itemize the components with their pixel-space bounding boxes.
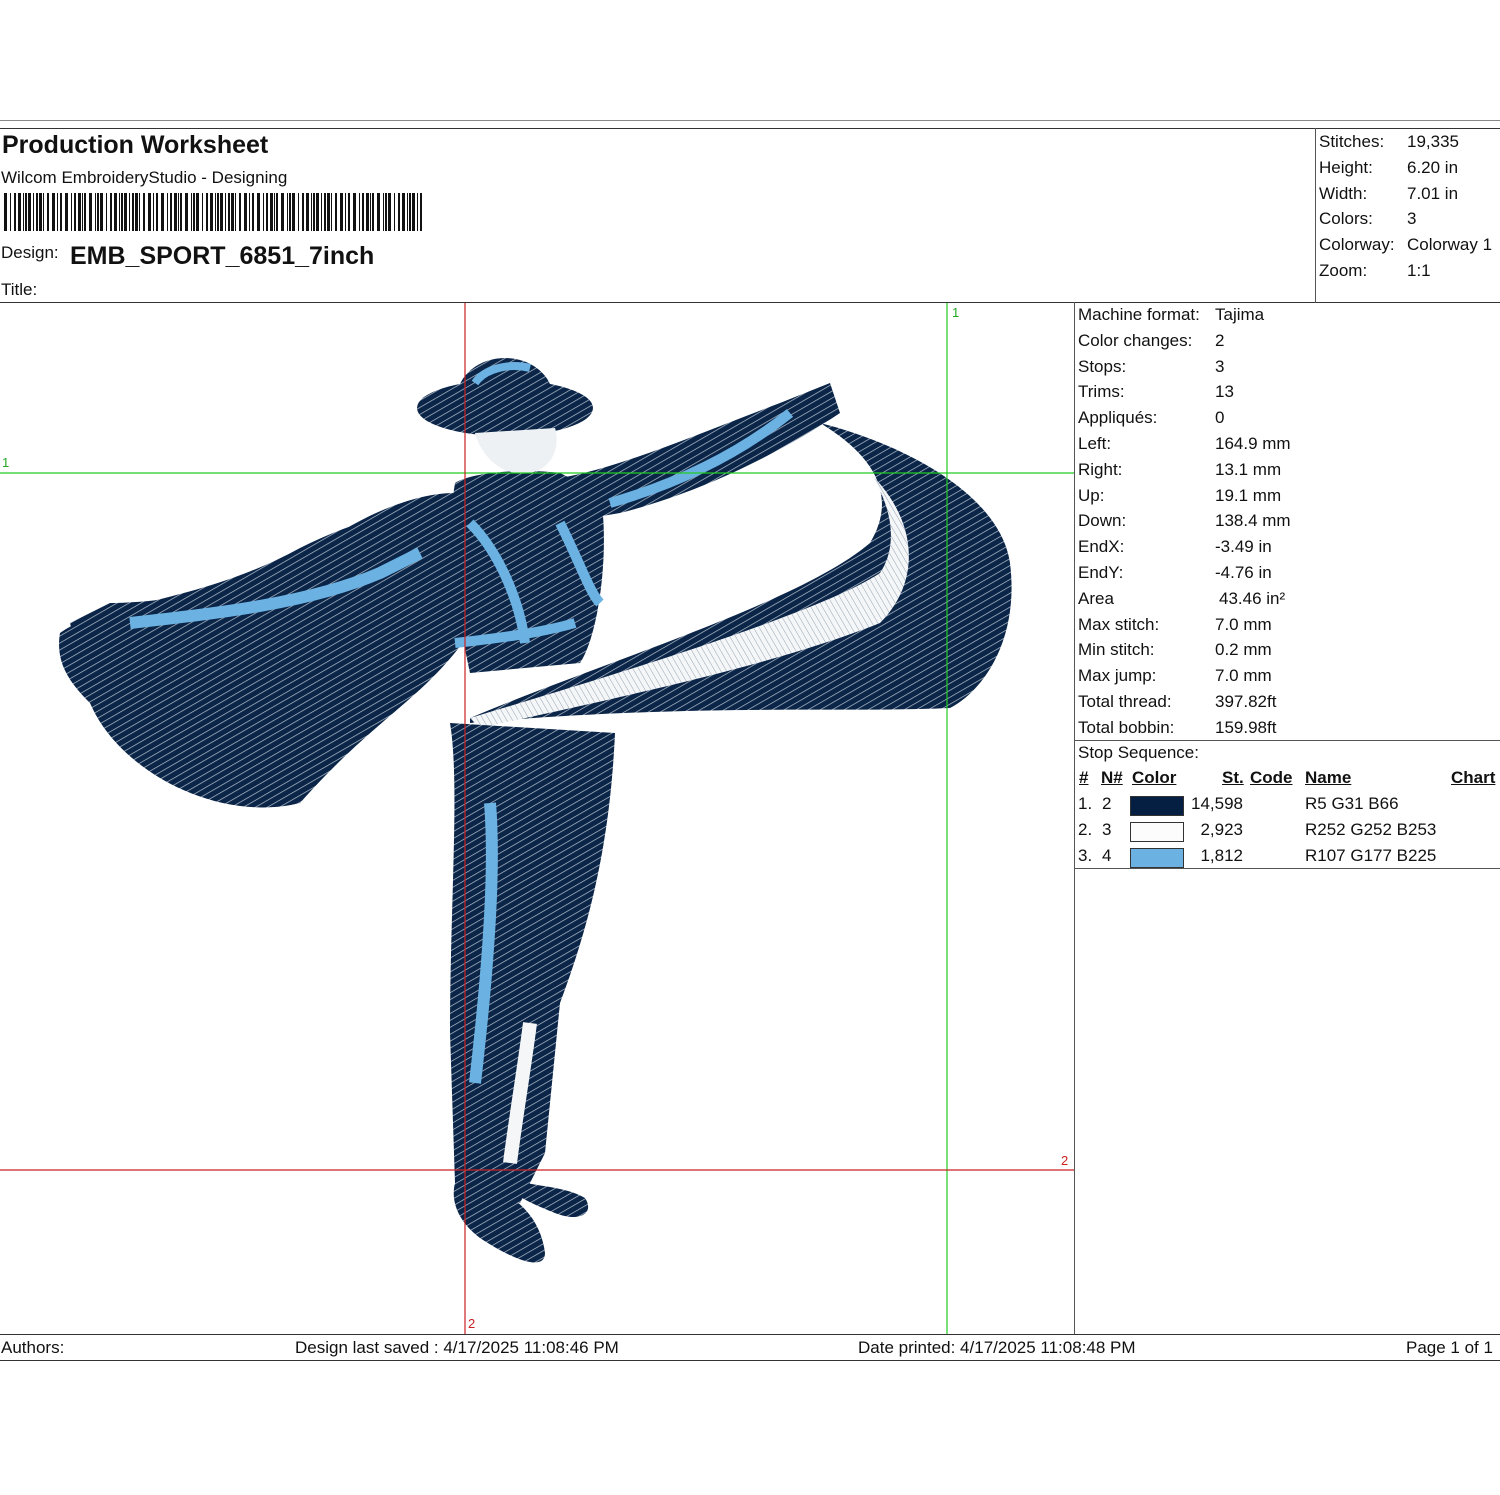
detail-value: -4.76 in — [1215, 563, 1272, 582]
summary-label: Colorway: — [1319, 235, 1395, 255]
design-label: Design: — [1, 243, 59, 262]
guide-h1-label: 1 — [2, 455, 10, 470]
detail-label: Down: — [1078, 511, 1127, 531]
detail-label: Min stitch: — [1078, 640, 1155, 660]
stop-row-needle: 3 — [1102, 820, 1112, 839]
col-code-header: Code — [1250, 768, 1293, 787]
col-num-header: # — [1079, 768, 1089, 787]
detail-value: 19.1 mm — [1215, 485, 1282, 505]
summary-value: 7.01 in — [1407, 183, 1459, 203]
detail-value: Tajima — [1215, 305, 1265, 324]
summary-value: Colorway 1 — [1407, 235, 1493, 255]
summary-value: 1:1 — [1407, 261, 1431, 280]
summary-value: 19,335 — [1407, 132, 1459, 151]
col-chart-header: Chart — [1451, 768, 1496, 787]
detail-value: 0.2 mm — [1215, 640, 1272, 660]
detail-label: Area — [1078, 588, 1114, 608]
software-name: Wilcom EmbroideryStudio - Designing — [1, 168, 288, 187]
stop-row-swatch — [1130, 796, 1184, 816]
detail-value: 138.4 mm — [1215, 511, 1291, 531]
title-label: Title: — [1, 280, 38, 299]
design-preview: 1 1 2 2 — [0, 303, 1074, 1334]
summary-label: Colors: — [1319, 209, 1373, 229]
detail-value: 164.9 mm — [1215, 434, 1291, 453]
detail-label: Left: — [1078, 434, 1112, 453]
summary-label: Zoom: — [1319, 261, 1368, 280]
stop-row-stitches: 2,923 — [1200, 820, 1243, 839]
detail-value: 397.82ft — [1215, 692, 1277, 711]
detail-value: 159.98ft — [1215, 717, 1277, 737]
stop-row-num: 3. — [1078, 846, 1093, 865]
stop-row-name: R252 G252 B253 — [1305, 820, 1437, 839]
detail-label: Right: — [1078, 459, 1123, 479]
stop-row-stitches: 1,812 — [1200, 846, 1243, 865]
footer-saved: Design last saved : 4/17/2025 11:08:46 P… — [295, 1338, 619, 1357]
stop-row-name: R5 G31 B66 — [1305, 794, 1399, 813]
detail-label: Trims: — [1078, 382, 1125, 402]
footer-page: Page 1 of 1 — [1406, 1338, 1493, 1357]
barcode-image — [4, 193, 422, 231]
stop-row-swatch — [1130, 822, 1184, 842]
guide-h2-label: 2 — [1061, 1153, 1069, 1168]
stop-row-needle: 2 — [1102, 794, 1112, 813]
detail-label: EndX: — [1078, 537, 1125, 557]
detail-label: Total thread: — [1078, 692, 1172, 711]
stop-sequence-label: Stop Sequence: — [1078, 743, 1199, 762]
col-stitches-header: St. — [1222, 768, 1244, 787]
detail-label: Total bobbin: — [1078, 717, 1175, 737]
detail-label: Max stitch: — [1078, 614, 1160, 634]
detail-value: 0 — [1215, 408, 1225, 428]
detail-value: 3 — [1215, 356, 1225, 376]
guide-v2-label: 2 — [468, 1316, 476, 1331]
embroidery-design-image — [0, 303, 1074, 1334]
detail-label: Color changes: — [1078, 330, 1193, 350]
detail-value: -3.49 in — [1215, 537, 1272, 557]
summary-label: Height: — [1319, 157, 1373, 177]
col-needle-header: N# — [1101, 768, 1123, 787]
summary-value: 3 — [1407, 209, 1417, 229]
stop-row-swatch — [1130, 848, 1184, 868]
col-name-header: Name — [1305, 768, 1352, 787]
detail-value: 7.0 mm — [1215, 614, 1272, 634]
stop-row-stitches: 14,598 — [1191, 794, 1243, 813]
detail-label: Max jump: — [1078, 666, 1157, 686]
summary-value: 6.20 in — [1407, 157, 1459, 177]
summary-label: Width: — [1319, 183, 1368, 203]
stop-row-num: 1. — [1078, 794, 1093, 813]
detail-label: EndY: — [1078, 563, 1124, 582]
detail-value: 13.1 mm — [1215, 459, 1282, 479]
detail-label: Up: — [1078, 485, 1105, 505]
col-color-header: Color — [1132, 768, 1177, 787]
detail-value: 7.0 mm — [1215, 666, 1272, 686]
detail-label: Appliqués: — [1078, 408, 1158, 428]
detail-value: 13 — [1215, 382, 1234, 402]
design-name: EMB_SPORT_6851_7inch — [70, 242, 375, 270]
detail-value: 43.46 in² — [1219, 588, 1286, 608]
worksheet-title: Production Worksheet — [2, 131, 269, 159]
guide-v1-label: 1 — [952, 305, 960, 320]
stop-row-num: 2. — [1078, 820, 1093, 839]
detail-label: Stops: — [1078, 356, 1127, 376]
footer-printed: Date printed: 4/17/2025 11:08:48 PM — [858, 1338, 1136, 1357]
footer-authors: Authors: — [1, 1338, 65, 1357]
stop-row-needle: 4 — [1102, 846, 1112, 865]
summary-label: Stitches: — [1319, 132, 1385, 151]
stop-row-name: R107 G177 B225 — [1305, 846, 1437, 865]
detail-label: Machine format: — [1078, 305, 1200, 324]
detail-value: 2 — [1215, 330, 1225, 350]
